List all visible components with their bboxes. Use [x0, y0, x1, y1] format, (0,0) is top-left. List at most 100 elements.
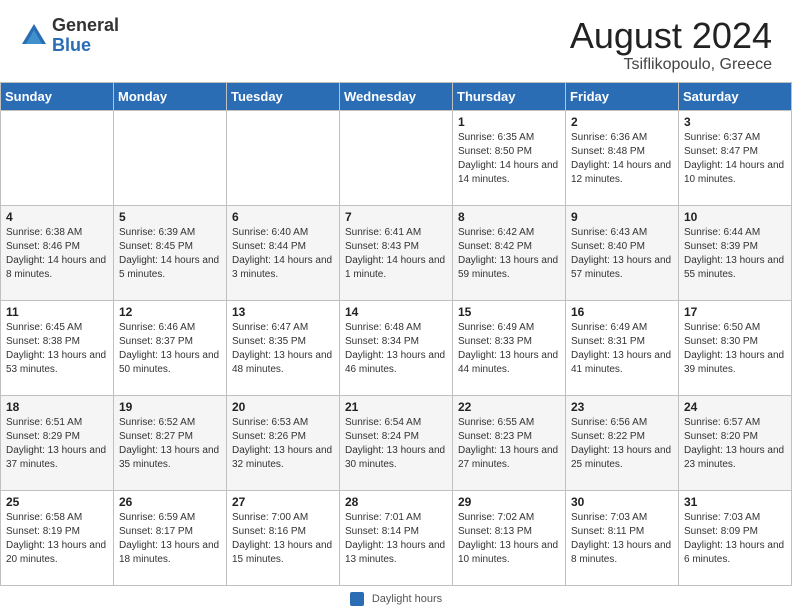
- calendar-week-row: 1 Sunrise: 6:35 AM Sunset: 8:50 PM Daylig…: [1, 110, 792, 205]
- day-number: 17: [684, 305, 786, 319]
- day-number: 12: [119, 305, 221, 319]
- day-info: Sunrise: 6:54 AM Sunset: 8:24 PM Dayligh…: [345, 416, 447, 472]
- day-number: 9: [571, 210, 673, 224]
- day-number: 4: [6, 210, 108, 224]
- day-info: Sunrise: 6:39 AM Sunset: 8:45 PM Dayligh…: [119, 226, 221, 282]
- day-info: Sunrise: 6:51 AM Sunset: 8:29 PM Dayligh…: [6, 416, 108, 472]
- calendar-cell: 27Sunrise: 7:00 AM Sunset: 8:16 PM Dayli…: [227, 490, 340, 585]
- day-number: 2: [571, 115, 673, 129]
- day-info: Sunrise: 6:35 AM Sunset: 8:50 PM Dayligh…: [458, 131, 560, 187]
- day-number: 16: [571, 305, 673, 319]
- calendar-week-row: 11 Sunrise: 6:45 AM Sunset: 8:38 PM Dayli…: [1, 300, 792, 395]
- day-info: Sunrise: 7:03 AM Sunset: 8:09 PM Dayligh…: [684, 511, 786, 567]
- calendar-cell: 29 Sunrise: 7:02 AM Sunset: 8:13 PM Dayli…: [453, 490, 566, 585]
- calendar-cell: 1 Sunrise: 6:35 AM Sunset: 8:50 PM Daylig…: [453, 110, 566, 205]
- calendar-cell: 30 Sunrise: 7:03 AM Sunset: 8:11 PM Dayli…: [566, 490, 679, 585]
- day-number: 15: [458, 305, 560, 319]
- calendar-cell: 11 Sunrise: 6:45 AM Sunset: 8:38 PM Dayli…: [1, 300, 114, 395]
- day-number: 5: [119, 210, 221, 224]
- calendar-cell: 6Sunrise: 6:40 AM Sunset: 8:44 PM Daylig…: [227, 205, 340, 300]
- calendar-cell: [114, 110, 227, 205]
- header: General Blue August 2024 Tsiflikopoulo, …: [0, 0, 792, 82]
- day-number: 30: [571, 495, 673, 509]
- weekday-header-thursday: Thursday: [453, 82, 566, 110]
- calendar-cell: 22Sunrise: 6:55 AM Sunset: 8:23 PM Dayli…: [453, 395, 566, 490]
- logo: General Blue: [20, 16, 119, 56]
- day-info: Sunrise: 6:48 AM Sunset: 8:34 PM Dayligh…: [345, 321, 447, 377]
- calendar: SundayMondayTuesdayWednesdayThursdayFrid…: [0, 82, 792, 586]
- page: General Blue August 2024 Tsiflikopoulo, …: [0, 0, 792, 612]
- day-info: Sunrise: 6:49 AM Sunset: 8:33 PM Dayligh…: [458, 321, 560, 377]
- calendar-header: SundayMondayTuesdayWednesdayThursdayFrid…: [1, 82, 792, 110]
- day-info: Sunrise: 6:50 AM Sunset: 8:30 PM Dayligh…: [684, 321, 786, 377]
- day-info: Sunrise: 6:37 AM Sunset: 8:47 PM Dayligh…: [684, 131, 786, 187]
- calendar-week-row: 25Sunrise: 6:58 AM Sunset: 8:19 PM Dayli…: [1, 490, 792, 585]
- weekday-header-friday: Friday: [566, 82, 679, 110]
- day-info: Sunrise: 6:36 AM Sunset: 8:48 PM Dayligh…: [571, 131, 673, 187]
- calendar-cell: 15 Sunrise: 6:49 AM Sunset: 8:33 PM Dayli…: [453, 300, 566, 395]
- day-number: 11: [6, 305, 108, 319]
- day-number: 29: [458, 495, 560, 509]
- day-info: Sunrise: 7:02 AM Sunset: 8:13 PM Dayligh…: [458, 511, 560, 567]
- day-info: Sunrise: 6:58 AM Sunset: 8:19 PM Dayligh…: [6, 511, 108, 567]
- day-info: Sunrise: 6:55 AM Sunset: 8:23 PM Dayligh…: [458, 416, 560, 472]
- day-number: 26: [119, 495, 221, 509]
- calendar-cell: 14Sunrise: 6:48 AM Sunset: 8:34 PM Dayli…: [340, 300, 453, 395]
- day-info: Sunrise: 6:42 AM Sunset: 8:42 PM Dayligh…: [458, 226, 560, 282]
- day-number: 1: [458, 115, 560, 129]
- day-info: Sunrise: 6:44 AM Sunset: 8:39 PM Dayligh…: [684, 226, 786, 282]
- day-number: 7: [345, 210, 447, 224]
- day-number: 24: [684, 400, 786, 414]
- calendar-cell: 25Sunrise: 6:58 AM Sunset: 8:19 PM Dayli…: [1, 490, 114, 585]
- day-number: 13: [232, 305, 334, 319]
- day-number: 3: [684, 115, 786, 129]
- calendar-cell: 19 Sunrise: 6:52 AM Sunset: 8:27 PM Dayli…: [114, 395, 227, 490]
- day-number: 28: [345, 495, 447, 509]
- calendar-cell: 9 Sunrise: 6:43 AM Sunset: 8:40 PM Daylig…: [566, 205, 679, 300]
- day-info: Sunrise: 7:01 AM Sunset: 8:14 PM Dayligh…: [345, 511, 447, 567]
- day-number: 21: [345, 400, 447, 414]
- title-area: August 2024 Tsiflikopoulo, Greece: [570, 16, 772, 74]
- weekday-header-row: SundayMondayTuesdayWednesdayThursdayFrid…: [1, 82, 792, 110]
- day-info: Sunrise: 6:43 AM Sunset: 8:40 PM Dayligh…: [571, 226, 673, 282]
- weekday-header-tuesday: Tuesday: [227, 82, 340, 110]
- calendar-cell: 28 Sunrise: 7:01 AM Sunset: 8:14 PM Dayli…: [340, 490, 453, 585]
- calendar-cell: 16Sunrise: 6:49 AM Sunset: 8:31 PM Dayli…: [566, 300, 679, 395]
- daylight-label: Daylight hours: [372, 593, 442, 605]
- day-info: Sunrise: 6:41 AM Sunset: 8:43 PM Dayligh…: [345, 226, 447, 282]
- calendar-cell: 13Sunrise: 6:47 AM Sunset: 8:35 PM Dayli…: [227, 300, 340, 395]
- calendar-cell: 5 Sunrise: 6:39 AM Sunset: 8:45 PM Daylig…: [114, 205, 227, 300]
- month-year: August 2024: [570, 16, 772, 56]
- day-info: Sunrise: 7:03 AM Sunset: 8:11 PM Dayligh…: [571, 511, 673, 567]
- calendar-cell: 7 Sunrise: 6:41 AM Sunset: 8:43 PM Daylig…: [340, 205, 453, 300]
- calendar-cell: 17 Sunrise: 6:50 AM Sunset: 8:30 PM Dayli…: [679, 300, 792, 395]
- weekday-header-saturday: Saturday: [679, 82, 792, 110]
- weekday-header-monday: Monday: [114, 82, 227, 110]
- calendar-cell: [227, 110, 340, 205]
- logo-blue-text: Blue: [52, 36, 119, 56]
- logo-text: General Blue: [52, 16, 119, 56]
- calendar-cell: 23Sunrise: 6:56 AM Sunset: 8:22 PM Dayli…: [566, 395, 679, 490]
- day-info: Sunrise: 6:52 AM Sunset: 8:27 PM Dayligh…: [119, 416, 221, 472]
- calendar-cell: 2 Sunrise: 6:36 AM Sunset: 8:48 PM Daylig…: [566, 110, 679, 205]
- day-info: Sunrise: 6:45 AM Sunset: 8:38 PM Dayligh…: [6, 321, 108, 377]
- day-number: 18: [6, 400, 108, 414]
- calendar-cell: [340, 110, 453, 205]
- day-number: 31: [684, 495, 786, 509]
- calendar-cell: 4Sunrise: 6:38 AM Sunset: 8:46 PM Daylig…: [1, 205, 114, 300]
- weekday-header-sunday: Sunday: [1, 82, 114, 110]
- day-info: Sunrise: 6:53 AM Sunset: 8:26 PM Dayligh…: [232, 416, 334, 472]
- day-info: Sunrise: 6:59 AM Sunset: 8:17 PM Dayligh…: [119, 511, 221, 567]
- calendar-cell: 20 Sunrise: 6:53 AM Sunset: 8:26 PM Dayli…: [227, 395, 340, 490]
- day-info: Sunrise: 6:56 AM Sunset: 8:22 PM Dayligh…: [571, 416, 673, 472]
- location: Tsiflikopoulo, Greece: [570, 56, 772, 74]
- calendar-cell: 3 Sunrise: 6:37 AM Sunset: 8:47 PM Daylig…: [679, 110, 792, 205]
- calendar-week-row: 18 Sunrise: 6:51 AM Sunset: 8:29 PM Dayli…: [1, 395, 792, 490]
- footer: Daylight hours: [0, 586, 792, 612]
- day-info: Sunrise: 6:40 AM Sunset: 8:44 PM Dayligh…: [232, 226, 334, 282]
- day-number: 27: [232, 495, 334, 509]
- day-info: Sunrise: 6:57 AM Sunset: 8:20 PM Dayligh…: [684, 416, 786, 472]
- calendar-cell: 26 Sunrise: 6:59 AM Sunset: 8:17 PM Dayli…: [114, 490, 227, 585]
- day-number: 20: [232, 400, 334, 414]
- day-number: 19: [119, 400, 221, 414]
